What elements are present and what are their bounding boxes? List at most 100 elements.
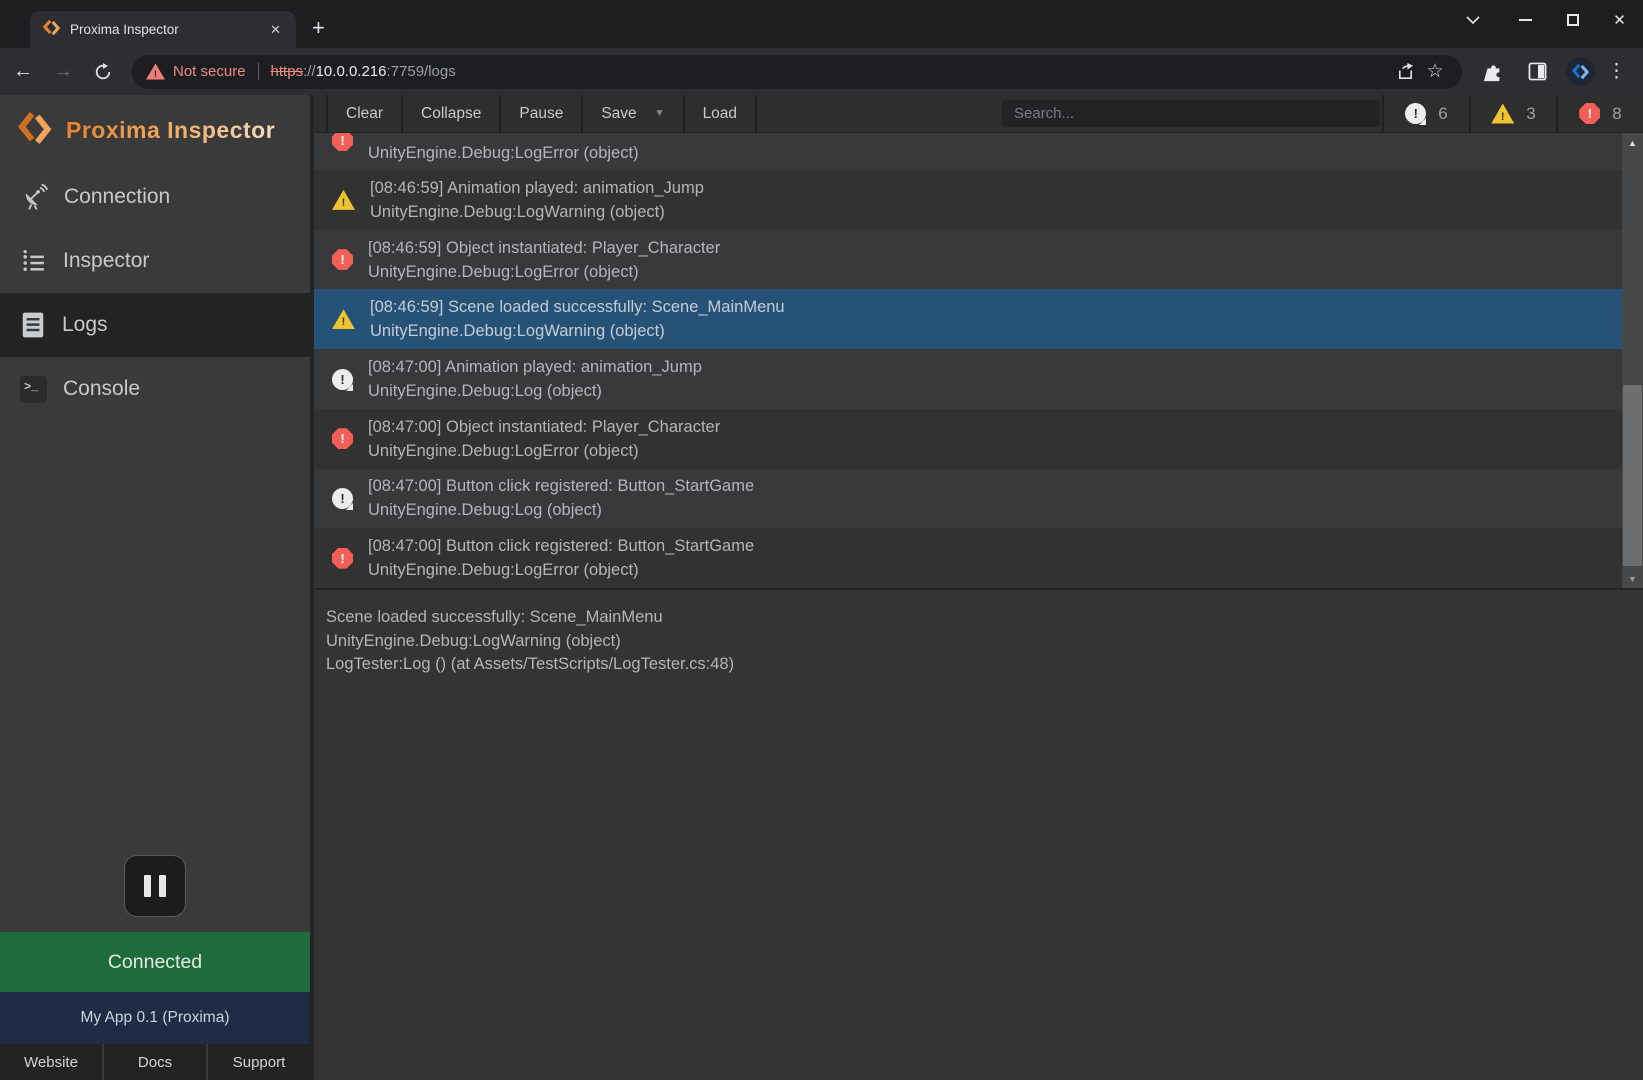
log-row[interactable]: ! UnityEngine.Debug:LogError (object) xyxy=(314,133,1643,170)
proxima-favicon-icon xyxy=(43,19,60,41)
scroll-up-icon[interactable]: ▲ xyxy=(1622,138,1643,148)
log-row[interactable]: ! [08:46:59] Object instantiated: Player… xyxy=(314,230,1643,290)
support-link[interactable]: Support xyxy=(206,1044,310,1080)
tab-search-chevron-icon[interactable] xyxy=(1449,0,1496,40)
warning-filter-toggle[interactable]: ! 3 xyxy=(1469,95,1556,132)
log-message: [08:46:59] Object instantiated: Player_C… xyxy=(368,236,720,260)
detail-message: Scene loaded successfully: Scene_MainMen… xyxy=(326,606,1643,630)
share-icon[interactable] xyxy=(1390,57,1420,87)
log-message: [08:47:00] Object instantiated: Player_C… xyxy=(368,415,720,439)
connection-status-badge: Connected xyxy=(0,932,310,992)
reload-icon[interactable] xyxy=(86,55,120,89)
website-link[interactable]: Website xyxy=(0,1044,102,1080)
log-row[interactable]: ! [08:47:00] Animation played: animation… xyxy=(314,349,1643,409)
warning-icon: ! xyxy=(332,309,355,329)
forward-icon[interactable]: → xyxy=(46,55,80,89)
close-button[interactable]: ✕ xyxy=(1596,0,1643,40)
log-message: [08:46:59] Animation played: animation_J… xyxy=(370,176,704,200)
sidebar-item-label: Connection xyxy=(64,185,170,209)
extensions-puzzle-icon[interactable] xyxy=(1476,55,1510,89)
info-icon: ! xyxy=(332,488,353,509)
log-message: [08:47:00] Button click registered: Butt… xyxy=(368,474,754,498)
info-count: 6 xyxy=(1438,104,1447,124)
new-tab-button[interactable]: + xyxy=(312,15,325,41)
save-dropdown-caret-icon[interactable]: ▼ xyxy=(655,108,665,119)
logs-page: Clear Collapse Pause Save ▼ Load ! 6 ! 3 xyxy=(310,95,1643,1080)
scrollbar-thumb[interactable] xyxy=(1623,385,1642,566)
search-box xyxy=(1002,100,1380,127)
scroll-down-icon[interactable]: ▼ xyxy=(1622,574,1643,584)
pause-button[interactable]: Pause xyxy=(499,95,581,132)
log-stack-line: UnityEngine.Debug:LogWarning (object) xyxy=(370,200,704,224)
sidebar-footer: Website Docs Support xyxy=(0,1044,310,1080)
log-row[interactable]: ! [08:47:00] Button click registered: Bu… xyxy=(314,528,1643,588)
log-stack-line: UnityEngine.Debug:Log (object) xyxy=(368,498,754,522)
info-filter-toggle[interactable]: ! 6 xyxy=(1382,95,1469,132)
log-stack-line: UnityEngine.Debug:LogError (object) xyxy=(368,260,720,284)
clear-button[interactable]: Clear xyxy=(326,95,401,132)
error-count: 8 xyxy=(1612,104,1621,124)
load-button[interactable]: Load xyxy=(683,95,757,132)
log-document-icon xyxy=(20,311,46,339)
log-stack-line: UnityEngine.Debug:LogError (object) xyxy=(368,141,639,165)
sidebar-item-connection[interactable]: Connection xyxy=(0,165,310,229)
tab-title: Proxima Inspector xyxy=(70,22,265,37)
list-tree-icon xyxy=(20,248,47,275)
error-icon: ! xyxy=(332,548,353,569)
error-icon: ! xyxy=(332,249,353,270)
sidebar-item-label: Logs xyxy=(62,313,108,337)
terminal-icon: >_ xyxy=(20,376,47,403)
bookmark-star-icon[interactable]: ☆ xyxy=(1420,57,1450,87)
docs-link[interactable]: Docs xyxy=(102,1044,206,1080)
warning-count: 3 xyxy=(1526,104,1535,124)
proxima-logo-icon xyxy=(18,110,54,151)
url-bar[interactable]: ! Not secure https://10.0.0.216:7759/log… xyxy=(132,55,1462,89)
window-controls: ✕ xyxy=(1449,0,1643,40)
detail-stack-1: UnityEngine.Debug:LogWarning (object) xyxy=(326,630,1643,654)
app-info-label: My App 0.1 (Proxima) xyxy=(0,992,310,1044)
log-row[interactable]: ! [08:46:59] Animation played: animation… xyxy=(314,170,1643,230)
not-secure-warning[interactable]: ! Not secure xyxy=(146,63,246,80)
browser-navbar: ← → ! Not secure https://10.0.0.216:7759… xyxy=(0,48,1643,95)
browser-menu-icon[interactable]: ⋮ xyxy=(1607,60,1626,83)
minimize-button[interactable] xyxy=(1502,0,1549,40)
side-panel-icon[interactable] xyxy=(1520,55,1554,89)
search-input[interactable] xyxy=(1002,100,1380,127)
pause-stream-button[interactable] xyxy=(124,855,186,917)
browser-tab[interactable]: Proxima Inspector ✕ xyxy=(30,11,296,48)
back-icon[interactable]: ← xyxy=(6,55,40,89)
not-secure-triangle-icon: ! xyxy=(146,64,165,80)
log-stack-line: UnityEngine.Debug:LogError (object) xyxy=(368,558,754,582)
scrollbar[interactable]: ▲ ▼ xyxy=(1622,133,1643,588)
log-stack-line: UnityEngine.Debug:Log (object) xyxy=(368,379,702,403)
url-text: https://10.0.0.216:7759/logs xyxy=(271,63,456,80)
sidebar-item-console[interactable]: >_ Console xyxy=(0,357,310,421)
log-stack-line: UnityEngine.Debug:LogError (object) xyxy=(368,439,720,463)
collapse-button[interactable]: Collapse xyxy=(401,95,499,132)
info-icon: ! xyxy=(1405,103,1426,124)
sidebar-item-label: Inspector xyxy=(63,249,149,273)
logs-toolbar: Clear Collapse Pause Save ▼ Load ! 6 ! 3 xyxy=(314,95,1643,133)
log-row[interactable]: ! [08:47:00] Object instantiated: Player… xyxy=(314,409,1643,469)
log-message: [08:47:00] Animation played: animation_J… xyxy=(368,355,702,379)
log-line-1 xyxy=(368,133,639,141)
not-secure-label: Not secure xyxy=(173,63,246,80)
error-filter-toggle[interactable]: ! 8 xyxy=(1556,95,1643,132)
warning-icon: ! xyxy=(332,190,355,210)
tab-close-icon[interactable]: ✕ xyxy=(265,20,286,40)
log-row-selected[interactable]: ! [08:46:59] Scene loaded successfully: … xyxy=(314,289,1643,349)
detail-stack-2: LogTester:Log () (at Assets/TestScripts/… xyxy=(326,653,1643,677)
proxima-extension-icon[interactable] xyxy=(1566,57,1595,86)
satellite-dish-icon xyxy=(20,183,48,211)
error-icon: ! xyxy=(1579,103,1600,124)
log-row[interactable]: ! [08:47:00] Button click registered: Bu… xyxy=(314,469,1643,529)
app-logo: Proxima Inspector xyxy=(0,95,310,165)
log-message: [08:46:59] Scene loaded successfully: Sc… xyxy=(370,295,785,319)
sidebar-item-logs[interactable]: Logs xyxy=(0,293,310,357)
omnibox-divider xyxy=(258,63,259,80)
browser-window: Proxima Inspector ✕ + ✕ ← → ! Not secure xyxy=(0,0,1643,1080)
sidebar-item-inspector[interactable]: Inspector xyxy=(0,229,310,293)
maximize-button[interactable] xyxy=(1549,0,1596,40)
save-button[interactable]: Save ▼ xyxy=(581,95,682,132)
error-icon: ! xyxy=(332,428,353,449)
